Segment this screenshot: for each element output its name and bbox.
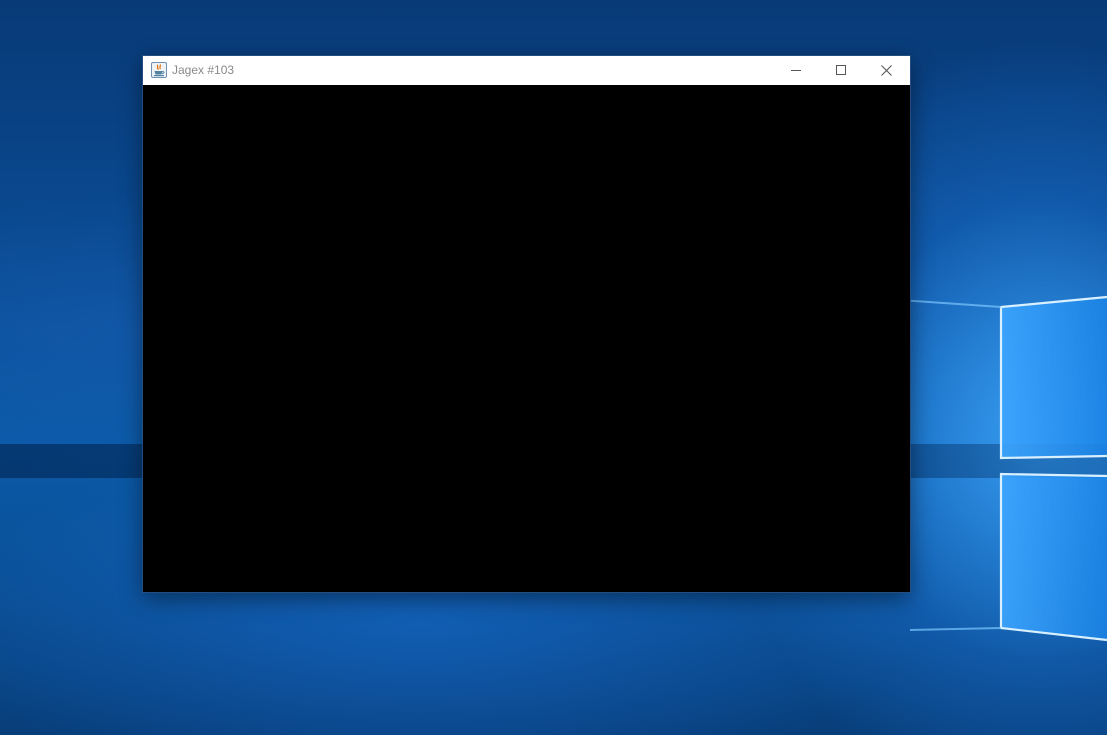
maximize-button[interactable] bbox=[818, 56, 863, 85]
maximize-icon bbox=[836, 65, 846, 75]
window-title: Jagex #103 bbox=[172, 63, 235, 77]
logo-ray-lower bbox=[909, 627, 1002, 631]
logo-ray-upper bbox=[899, 299, 1002, 308]
logo-pane-lower bbox=[1001, 474, 1107, 640]
window-titlebar[interactable]: Jagex #103 bbox=[143, 56, 910, 85]
close-button[interactable] bbox=[863, 56, 908, 85]
minimize-button[interactable] bbox=[773, 56, 818, 85]
close-icon bbox=[881, 65, 892, 76]
game-canvas[interactable] bbox=[143, 85, 910, 592]
app-window[interactable]: Jagex #103 bbox=[143, 56, 910, 592]
logo-pane-upper bbox=[1001, 297, 1107, 458]
minimize-icon bbox=[791, 70, 801, 71]
java-app-icon[interactable] bbox=[151, 62, 167, 78]
